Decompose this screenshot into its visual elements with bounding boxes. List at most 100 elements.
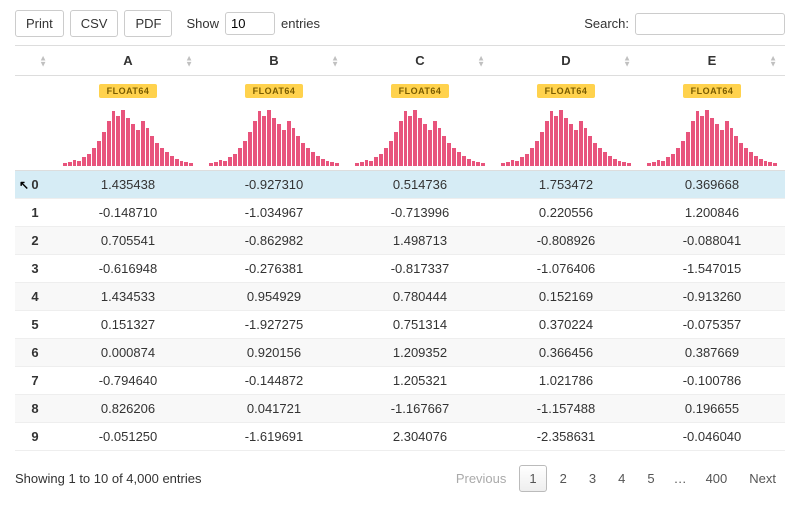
row-index: 3	[15, 255, 55, 283]
cell: 0.000874	[55, 339, 201, 367]
cell: 1.021786	[493, 367, 639, 395]
page-next[interactable]: Next	[740, 466, 785, 491]
cell: 1.498713	[347, 227, 493, 255]
row-index: 0↖	[15, 171, 55, 199]
table-footer: Showing 1 to 10 of 4,000 entries Previou…	[15, 465, 785, 492]
cell: 0.751314	[347, 311, 493, 339]
histogram-D	[501, 110, 631, 166]
table-row[interactable]: 80.8262060.041721-1.167667-1.1574880.196…	[15, 395, 785, 423]
search-input[interactable]	[635, 13, 785, 35]
page-previous[interactable]: Previous	[447, 466, 516, 491]
table-body: 0↖1.435438-0.9273100.5147361.7534720.369…	[15, 171, 785, 451]
cell: 0.370224	[493, 311, 639, 339]
page-length-input[interactable]	[225, 12, 275, 35]
table-row[interactable]: 50.151327-1.9272750.7513140.370224-0.075…	[15, 311, 785, 339]
cell: 1.205321	[347, 367, 493, 395]
row-index: 6	[15, 339, 55, 367]
row-index: 2	[15, 227, 55, 255]
histogram-A	[63, 110, 193, 166]
row-index: 5	[15, 311, 55, 339]
column-label: B	[269, 53, 278, 68]
cell: 0.366456	[493, 339, 639, 367]
dtype-badge: FLOAT64	[391, 84, 450, 98]
dtype-row: FLOAT64 FLOAT64 FLOAT64 FLOAT64 FLOAT64	[15, 76, 785, 105]
page-5[interactable]: 5	[638, 466, 663, 491]
cell: -0.927310	[201, 171, 347, 199]
row-index: 9	[15, 423, 55, 451]
table-row[interactable]: 9-0.051250-1.6196912.304076-2.358631-0.0…	[15, 423, 785, 451]
sort-icon: ▲▼	[769, 55, 777, 66]
page-length-group: Show entries	[186, 12, 320, 35]
table-row[interactable]: 0↖1.435438-0.9273100.5147361.7534720.369…	[15, 171, 785, 199]
cell: -0.862982	[201, 227, 347, 255]
cell: -1.167667	[347, 395, 493, 423]
table-header-row: ▲▼ A ▲▼ B ▲▼ C ▲▼ D ▲▼ E ▲▼	[15, 46, 785, 76]
page-3[interactable]: 3	[580, 466, 605, 491]
page-4[interactable]: 4	[609, 466, 634, 491]
cell: 2.304076	[347, 423, 493, 451]
cursor-icon: ↖	[19, 178, 29, 192]
pdf-button[interactable]: PDF	[124, 10, 172, 37]
toolbar: Print CSV PDF Show entries Search:	[15, 10, 785, 37]
cell: 0.369668	[639, 171, 785, 199]
cell: 0.920156	[201, 339, 347, 367]
page-1[interactable]: 1	[519, 465, 546, 492]
column-header-D[interactable]: D ▲▼	[493, 46, 639, 76]
table-row[interactable]: 60.0008740.9201561.2093520.3664560.38766…	[15, 339, 785, 367]
table-row[interactable]: 3-0.616948-0.276381-0.817337-1.076406-1.…	[15, 255, 785, 283]
cell: -0.075357	[639, 311, 785, 339]
data-table: ▲▼ A ▲▼ B ▲▼ C ▲▼ D ▲▼ E ▲▼	[15, 45, 785, 451]
cell: 0.151327	[55, 311, 201, 339]
cell: -0.616948	[55, 255, 201, 283]
page-2[interactable]: 2	[551, 466, 576, 491]
column-label: C	[415, 53, 424, 68]
sort-icon: ▲▼	[185, 55, 193, 66]
pagination: Previous 1 2 3 4 5 … 400 Next	[447, 465, 785, 492]
cell: 0.220556	[493, 199, 639, 227]
cell: -0.148710	[55, 199, 201, 227]
column-header-C[interactable]: C ▲▼	[347, 46, 493, 76]
cell: 0.152169	[493, 283, 639, 311]
table-row[interactable]: 7-0.794640-0.1448721.2053211.021786-0.10…	[15, 367, 785, 395]
cell: 0.196655	[639, 395, 785, 423]
search-label: Search:	[584, 16, 629, 31]
column-label: D	[561, 53, 570, 68]
column-header-E[interactable]: E ▲▼	[639, 46, 785, 76]
cell: -1.157488	[493, 395, 639, 423]
entries-label: entries	[281, 16, 320, 31]
histogram-E	[647, 110, 777, 166]
cell: 0.387669	[639, 339, 785, 367]
cell: 0.780444	[347, 283, 493, 311]
page-ellipsis: …	[668, 466, 693, 491]
print-button[interactable]: Print	[15, 10, 64, 37]
cell: 0.041721	[201, 395, 347, 423]
column-header-B[interactable]: B ▲▼	[201, 46, 347, 76]
cell: -1.927275	[201, 311, 347, 339]
column-header-A[interactable]: A ▲▼	[55, 46, 201, 76]
cell: 1.753472	[493, 171, 639, 199]
cell: -0.794640	[55, 367, 201, 395]
cell: -0.051250	[55, 423, 201, 451]
histogram-C	[355, 110, 485, 166]
table-row[interactable]: 1-0.148710-1.034967-0.7139960.2205561.20…	[15, 199, 785, 227]
cell: -0.713996	[347, 199, 493, 227]
table-row[interactable]: 20.705541-0.8629821.498713-0.808926-0.08…	[15, 227, 785, 255]
page-last[interactable]: 400	[697, 466, 737, 491]
cell: 1.434533	[55, 283, 201, 311]
table-row[interactable]: 41.4345330.9549290.7804440.152169-0.9132…	[15, 283, 785, 311]
cell: 0.514736	[347, 171, 493, 199]
table-info: Showing 1 to 10 of 4,000 entries	[15, 471, 201, 486]
cell: -0.100786	[639, 367, 785, 395]
dtype-badge: FLOAT64	[99, 84, 158, 98]
sort-icon: ▲▼	[477, 55, 485, 66]
sort-icon: ▲▼	[623, 55, 631, 66]
dtype-badge: FLOAT64	[537, 84, 596, 98]
cell: -1.547015	[639, 255, 785, 283]
cell: -1.034967	[201, 199, 347, 227]
csv-button[interactable]: CSV	[70, 10, 119, 37]
cell: 0.705541	[55, 227, 201, 255]
column-header-index[interactable]: ▲▼	[15, 46, 55, 76]
row-index: 4	[15, 283, 55, 311]
cell: 1.200846	[639, 199, 785, 227]
cell: -0.913260	[639, 283, 785, 311]
